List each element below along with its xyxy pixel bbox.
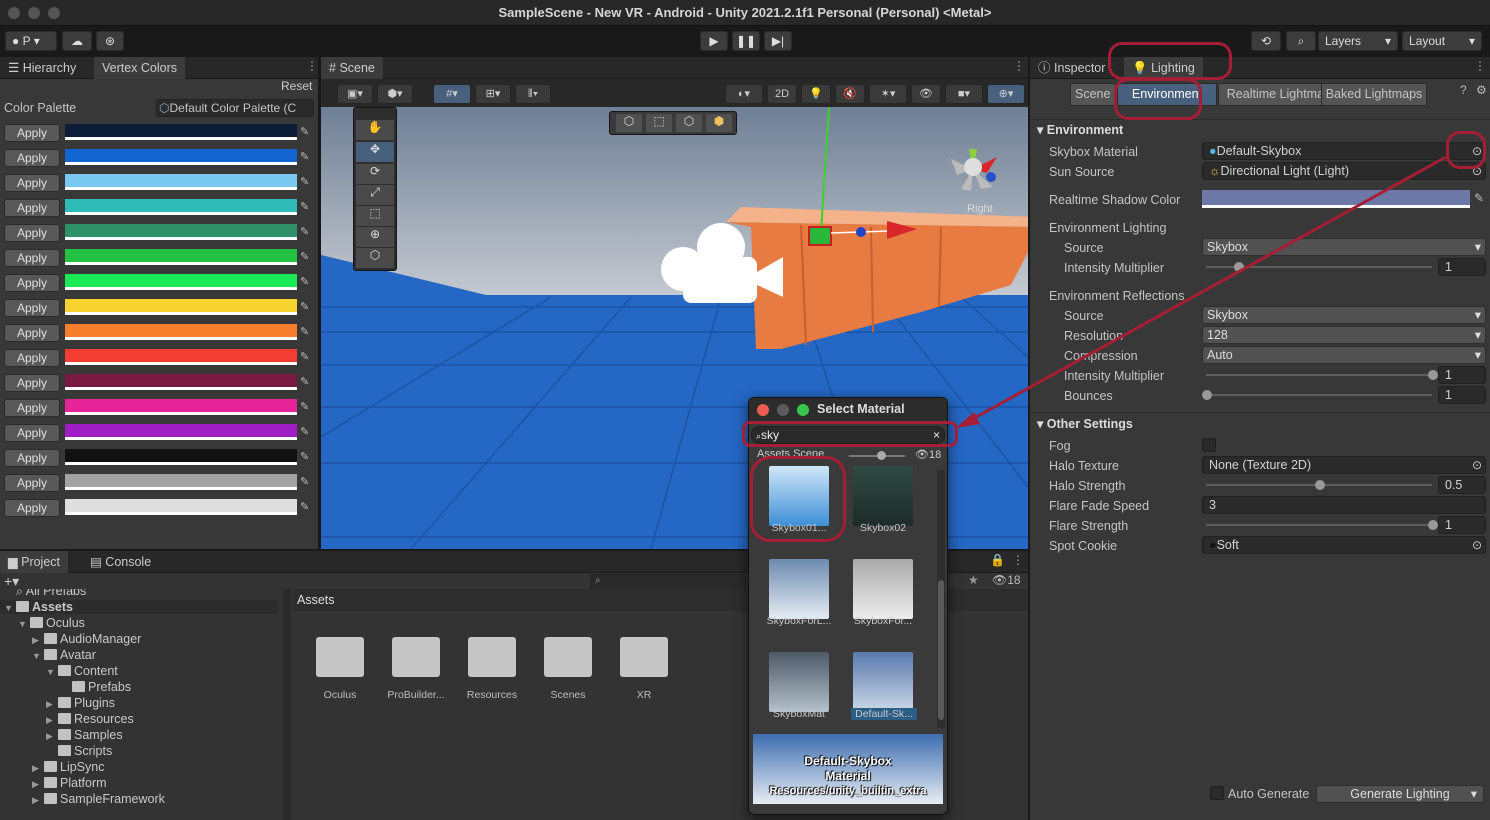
annotation-arrow	[956, 155, 1447, 428]
